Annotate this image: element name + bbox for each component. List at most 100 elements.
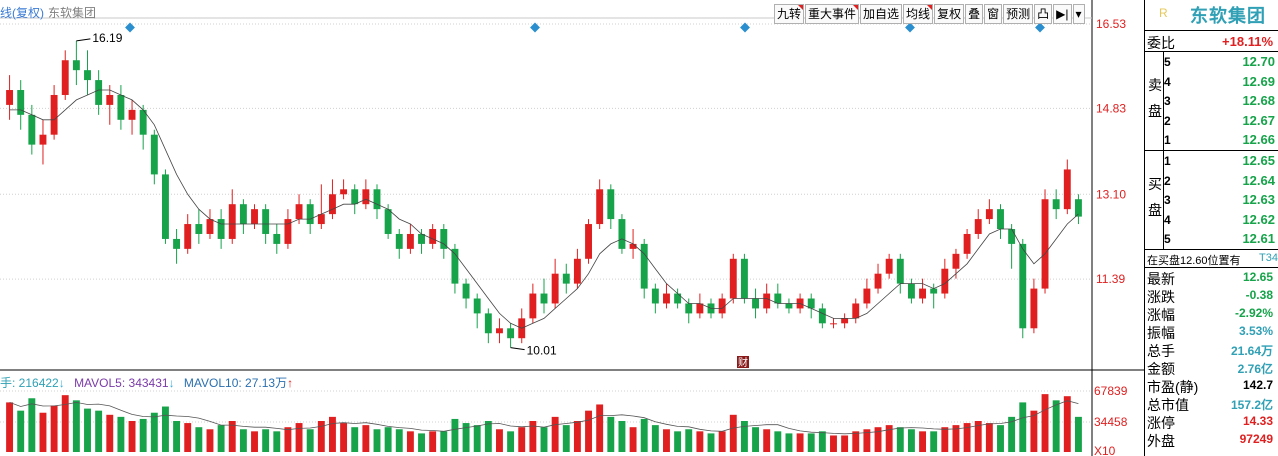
quote-value: -2.92%: [1234, 306, 1273, 320]
candle-body: [640, 243, 648, 289]
volume-bar: [50, 405, 58, 452]
volume-bar: [496, 429, 503, 452]
quote-value: 14.33: [1242, 414, 1273, 428]
candle-body: [239, 204, 247, 225]
volume-bar: [551, 416, 559, 452]
buy-row[interactable]: 1 12.65: [1163, 151, 1278, 171]
candle-body: [919, 288, 927, 299]
quote-value: 3.53%: [1238, 324, 1273, 338]
volume-bar: [1063, 396, 1071, 452]
volume-bar: [128, 421, 136, 452]
candle-body: [195, 224, 203, 234]
buy-level: 2: [1164, 173, 1171, 188]
toolbar-button-4[interactable]: 复权: [934, 4, 965, 24]
volume-bar: [818, 431, 826, 452]
candle-body: [306, 204, 314, 225]
volume-bar: [484, 421, 492, 452]
candle-body: [963, 233, 971, 254]
candle-body: [384, 209, 392, 234]
volume-tick-label: 34458: [1094, 415, 1128, 429]
buy-row[interactable]: 2 12.64: [1163, 171, 1278, 191]
candle-body: [161, 174, 169, 239]
candle-body: [1052, 199, 1060, 210]
volume-bar: [807, 433, 815, 452]
volume-bar: [1019, 402, 1027, 452]
candle-body: [729, 258, 737, 299]
candle-body: [674, 293, 682, 304]
candle-body: [1074, 199, 1082, 217]
candle-body: [6, 90, 14, 105]
volume-bar: [6, 402, 14, 452]
buy-level: 4: [1164, 212, 1171, 227]
event-marker-icon: [1035, 22, 1045, 33]
buy-row[interactable]: 4 12.62: [1163, 210, 1278, 230]
volume-bar: [540, 427, 548, 452]
candle-body: [362, 189, 370, 205]
buy-price: 12.65: [1242, 153, 1275, 168]
quote-row: 振幅 3.53%: [1145, 322, 1278, 341]
toolbar-button-3[interactable]: 均线: [903, 4, 934, 24]
buy-price: 12.62: [1242, 211, 1275, 227]
quote-row: 涨跌 -0.38: [1145, 286, 1278, 305]
candle-body: [295, 204, 303, 220]
sell-level: 4: [1164, 74, 1171, 89]
kline-chart-window: 16.53 14.83 13.10 11.39 67839 34458 X10 16.19 10…: [0, 0, 1278, 456]
sell-level: 5: [1164, 55, 1171, 69]
volume-bar: [1030, 410, 1038, 452]
weibi-row: 委比 +18.11%: [1145, 30, 1278, 52]
toolbar-button-2[interactable]: 加自选: [860, 4, 903, 24]
toolbar-button-10[interactable]: ▾: [1072, 4, 1085, 24]
candle-body: [997, 209, 1004, 230]
candle-body: [1041, 199, 1049, 289]
toolbar-button-9[interactable]: ▶|: [1053, 4, 1072, 24]
volume-bar: [985, 423, 993, 452]
high-label: 16.19: [92, 31, 122, 45]
candle-body: [785, 303, 793, 309]
toolbar-button-6[interactable]: 窗: [984, 4, 1003, 24]
candle-body: [885, 258, 893, 274]
candle-body: [830, 323, 837, 325]
volume-bar: [28, 398, 36, 452]
candle-body: [50, 94, 58, 135]
volume-bar: [195, 427, 203, 452]
sell-book: 卖盘 5 12.70 4 12.69 3 12.68 2 12.67 1 12.66: [1145, 52, 1278, 151]
volume-bar: [384, 427, 392, 452]
volume-bar: [340, 423, 348, 452]
volume-bar: [585, 410, 592, 452]
candle-body: [184, 224, 192, 249]
candle-body: [117, 94, 125, 120]
volume-bar: [507, 431, 515, 452]
quote-value: 97249: [1239, 432, 1273, 446]
volume-bar: [17, 410, 25, 452]
toolbar-button-0[interactable]: 九转: [774, 4, 805, 24]
sell-row[interactable]: 5 12.70: [1163, 52, 1278, 72]
candle-body: [273, 233, 281, 244]
volume-bar: [406, 431, 414, 452]
candle-body: [462, 283, 470, 299]
buy-row[interactable]: 5 12.61: [1163, 229, 1278, 249]
sell-row[interactable]: 4 12.69: [1163, 72, 1278, 92]
sell-row[interactable]: 1 12.66: [1163, 130, 1278, 150]
candle-body: [150, 134, 158, 175]
candle-body: [84, 70, 91, 81]
volume-bar: [596, 404, 604, 452]
quote-row: 市盈(静) 142.7: [1145, 376, 1278, 395]
sell-price: 12.66: [1242, 132, 1275, 148]
mavol10-arrow-icon: ↑: [287, 376, 294, 390]
toolbar-button-7[interactable]: 预测: [1003, 4, 1034, 24]
volume-bar: [284, 427, 292, 452]
sell-row[interactable]: 2 12.67: [1163, 111, 1278, 131]
volume-bar: [685, 429, 693, 452]
sell-price: 12.69: [1242, 73, 1275, 89]
chart-title: 线(复权) 东软集团: [0, 4, 96, 21]
volume-bar: [150, 412, 158, 452]
volume-bar: [607, 416, 615, 452]
buy-row[interactable]: 3 12.63: [1163, 190, 1278, 210]
toolbar-button-1[interactable]: 重大事件: [805, 4, 860, 24]
toolbar-button-8[interactable]: 凸: [1034, 4, 1053, 24]
sell-row[interactable]: 3 12.68: [1163, 91, 1278, 111]
volume-bar: [930, 431, 938, 452]
notice-text: 在买盘12.60位置有: [1147, 255, 1241, 267]
volume-bar: [707, 433, 715, 452]
toolbar-button-5[interactable]: 叠: [965, 4, 984, 24]
